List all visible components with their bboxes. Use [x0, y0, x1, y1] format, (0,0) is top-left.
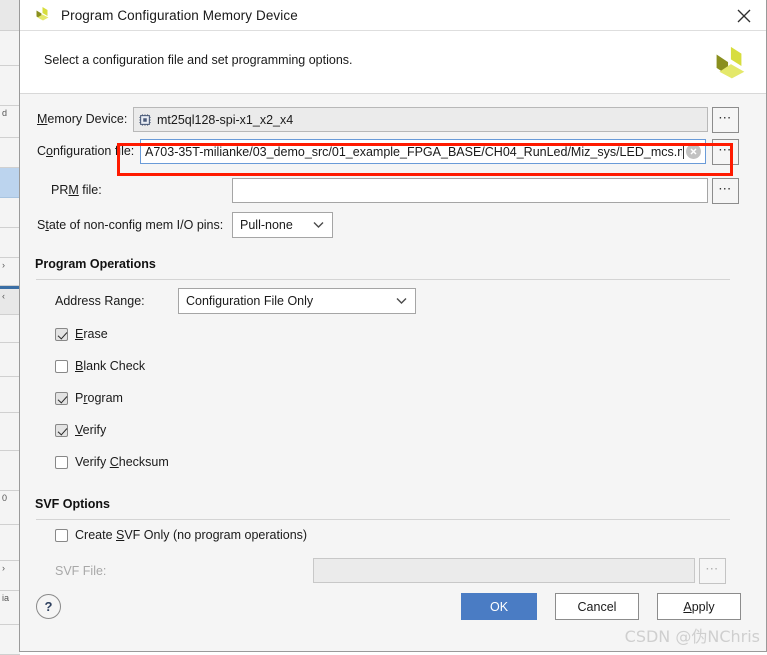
checkbox-erase-box[interactable] — [55, 327, 68, 341]
prm-file-label: PRM file: — [51, 183, 102, 197]
bg-row — [0, 377, 20, 413]
dialog-instruction: Select a configuration file and set prog… — [44, 53, 353, 67]
bg-row: › — [0, 561, 20, 591]
configuration-file-field[interactable]: A703-35T-milianke/03_demo_src/01_example… — [140, 139, 706, 164]
checkbox-blank-check-label: Blank Check — [75, 359, 146, 373]
bg-row — [0, 66, 20, 106]
apply-button-label: Apply — [683, 599, 715, 614]
text-caret — [683, 144, 684, 159]
memory-device-label: Memory Device: — [37, 112, 128, 126]
bg-toolbar — [0, 0, 20, 31]
program-operations-title: Program Operations — [35, 257, 156, 271]
bg-row — [0, 625, 20, 655]
ok-button[interactable]: OK — [461, 593, 537, 620]
chip-icon — [139, 113, 151, 126]
background-window-strip: d › ‹ 0 › ia — [0, 0, 20, 655]
bg-row — [0, 343, 20, 377]
memory-device-browse-button[interactable]: ⋯ — [712, 107, 739, 133]
bg-row — [0, 451, 20, 491]
prm-file-field[interactable] — [232, 178, 708, 203]
help-button[interactable]: ? — [36, 594, 61, 619]
program-operations-divider — [36, 279, 730, 280]
svf-options-divider — [36, 519, 730, 520]
checkbox-blank-check-box[interactable] — [55, 359, 68, 373]
clear-icon[interactable] — [686, 144, 701, 159]
address-range-select[interactable]: Configuration File Only — [178, 288, 416, 314]
bg-row: ‹ — [0, 289, 20, 315]
bg-row — [0, 413, 20, 451]
close-icon[interactable] — [722, 0, 766, 31]
configuration-file-browse-button[interactable]: ⋯ — [712, 139, 739, 165]
apply-button[interactable]: Apply — [657, 593, 741, 620]
checkbox-erase-label: Erase — [75, 327, 108, 341]
prm-file-browse-button[interactable]: ⋯ — [712, 178, 739, 204]
configuration-file-value: A703-35T-milianke/03_demo_src/01_example… — [145, 144, 682, 159]
bg-row — [0, 31, 20, 66]
checkbox-create-svf-only-box[interactable] — [55, 528, 68, 542]
svf-file-label: SVF File: — [55, 564, 107, 578]
xilinx-logo-icon — [36, 7, 49, 21]
chevron-down-icon — [396, 298, 407, 304]
screen: d › ‹ 0 › ia Program Configuration Memor… — [0, 0, 767, 655]
dialog-titlebar[interactable]: Program Configuration Memory Device — [20, 0, 766, 31]
checkbox-verify-checksum[interactable]: Verify Checksum — [55, 455, 169, 469]
dialog-body: Memory Device: mt25ql128-spi-x1_x2_x4 ⋯ … — [20, 94, 766, 651]
dialog-header: Select a configuration file and set prog… — [20, 31, 766, 94]
svf-file-browse-button: ⋯ — [699, 558, 726, 584]
memory-device-value: mt25ql128-spi-x1_x2_x4 — [157, 112, 294, 127]
dialog-title: Program Configuration Memory Device — [61, 7, 298, 23]
state-pins-value: Pull-none — [240, 218, 293, 232]
chevron-down-icon — [313, 222, 324, 228]
svf-options-title: SVF Options — [35, 497, 110, 511]
address-range-value: Configuration File Only — [186, 294, 314, 308]
checkbox-erase[interactable]: Erase — [55, 327, 108, 341]
checkbox-verify[interactable]: Verify — [55, 423, 106, 437]
checkbox-verify-box[interactable] — [55, 423, 68, 437]
cancel-button[interactable]: Cancel — [555, 593, 639, 620]
checkbox-program[interactable]: Program — [55, 391, 123, 405]
checkbox-create-svf-only-label: Create SVF Only (no program operations) — [75, 528, 308, 542]
xilinx-logo-large-icon — [716, 46, 745, 79]
memory-device-field[interactable]: mt25ql128-spi-x1_x2_x4 — [133, 107, 708, 132]
bg-row — [0, 198, 20, 228]
bg-row — [0, 228, 20, 258]
program-config-memory-dialog: Program Configuration Memory Device Sele… — [19, 0, 767, 652]
checkbox-create-svf-only[interactable]: Create SVF Only (no program operations) — [55, 528, 307, 542]
bg-row — [0, 315, 20, 343]
bg-row — [0, 138, 20, 168]
checkbox-program-label: Program — [75, 391, 123, 405]
bg-row: 0 — [0, 491, 20, 525]
csdn-watermark: CSDN @伪NChris — [624, 627, 760, 646]
state-pins-select[interactable]: Pull-none — [232, 212, 333, 238]
bg-row-selected — [0, 168, 20, 198]
bg-row: ia — [0, 591, 20, 625]
bg-row: › — [0, 258, 20, 286]
checkbox-verify-label: Verify — [75, 423, 107, 437]
state-pins-label: State of non-config mem I/O pins: — [37, 218, 224, 232]
checkbox-program-box[interactable] — [55, 391, 68, 405]
bg-row — [0, 525, 20, 561]
checkbox-verify-checksum-label: Verify Checksum — [75, 455, 169, 469]
address-range-label: Address Range: — [55, 294, 145, 308]
svf-file-field — [313, 558, 695, 583]
checkbox-verify-checksum-box[interactable] — [55, 455, 68, 469]
configuration-file-label: Configuration file: — [37, 144, 135, 158]
bg-row: d — [0, 106, 20, 138]
checkbox-blank-check[interactable]: Blank Check — [55, 359, 145, 373]
